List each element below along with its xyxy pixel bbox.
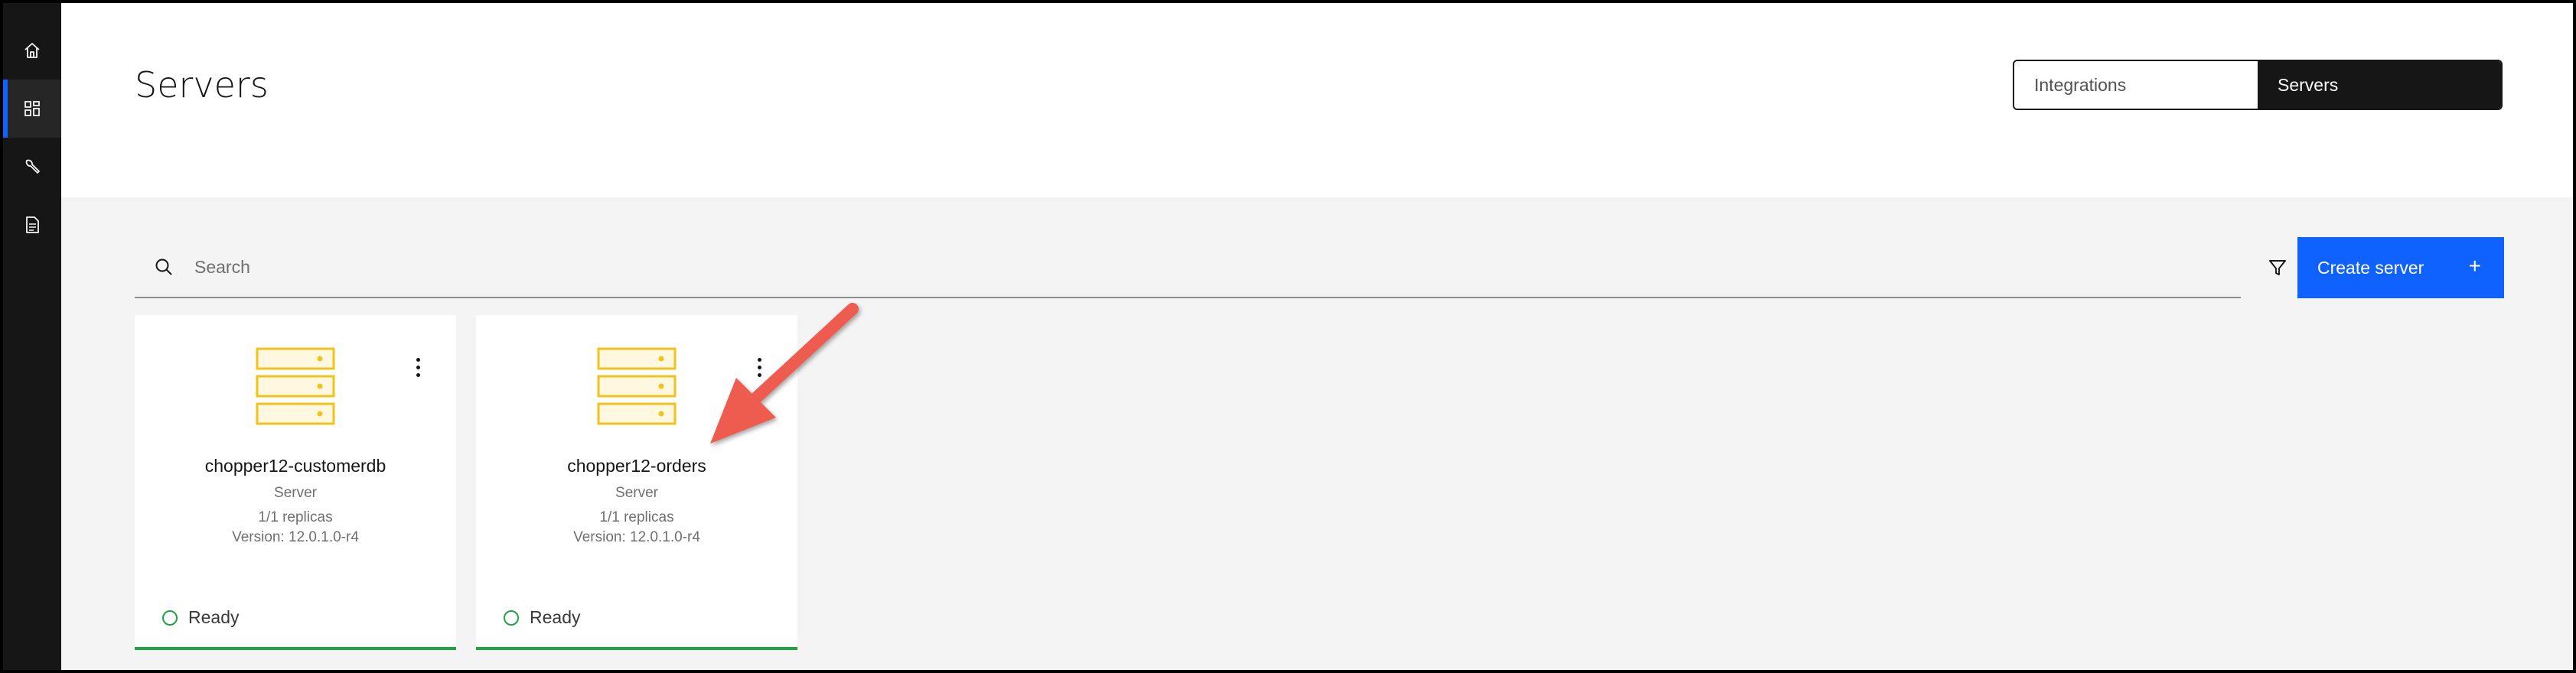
overflow-menu-icon[interactable]: [410, 352, 426, 382]
card-title: chopper12-customerdb: [204, 456, 386, 476]
sidebar-item-home[interactable]: [3, 21, 61, 80]
dashboard-icon: [24, 101, 40, 116]
wrench-icon: [25, 159, 40, 174]
create-server-label: Create server: [2317, 257, 2424, 278]
annotation-arrow-icon: [710, 303, 859, 444]
search-icon: [155, 258, 172, 275]
server-icon: [256, 347, 335, 425]
search-bar: [135, 237, 2241, 298]
card-replicas: 1/1 replicas: [258, 509, 333, 525]
card-version: Version: 12.0.1.0-r4: [232, 529, 359, 545]
status-ready-icon: [504, 610, 519, 626]
sidebar-item-tools[interactable]: [3, 138, 61, 196]
switcher-option-servers[interactable]: Servers: [2258, 61, 2501, 109]
status-label: Ready: [530, 607, 581, 627]
status-ready-icon: [162, 610, 178, 626]
card-type: Server: [274, 485, 317, 501]
card-type: Server: [615, 485, 658, 501]
content-switcher: Integrations Servers: [2013, 60, 2503, 110]
create-server-button[interactable]: Create server +: [2297, 237, 2504, 298]
sidebar-item-dashboard[interactable]: [3, 80, 61, 138]
sidebar-item-docs[interactable]: [3, 196, 61, 254]
server-card-customerdb[interactable]: chopper12-customerdb Server 1/1 replicas…: [135, 315, 456, 650]
page-header: Servers Integrations Servers: [61, 3, 2573, 197]
status-indicator: Ready: [162, 607, 239, 628]
search-input[interactable]: [194, 256, 2184, 278]
server-icon: [597, 347, 677, 425]
home-icon: [24, 43, 40, 58]
card-version: Version: 12.0.1.0-r4: [573, 529, 700, 545]
status-label: Ready: [188, 607, 240, 627]
filter-button[interactable]: [2253, 240, 2302, 295]
card-replicas: 1/1 replicas: [599, 509, 674, 525]
document-icon: [26, 216, 39, 233]
card-title: chopper12-orders: [567, 456, 706, 476]
switcher-option-integrations[interactable]: Integrations: [2014, 61, 2258, 109]
page-title: Servers: [135, 64, 269, 106]
app-frame: Servers Integrations Servers Create serv…: [3, 3, 2573, 670]
add-icon: +: [2468, 254, 2481, 278]
status-indicator: Ready: [504, 607, 580, 628]
sidebar: [3, 3, 61, 670]
filter-icon: [2269, 260, 2286, 275]
